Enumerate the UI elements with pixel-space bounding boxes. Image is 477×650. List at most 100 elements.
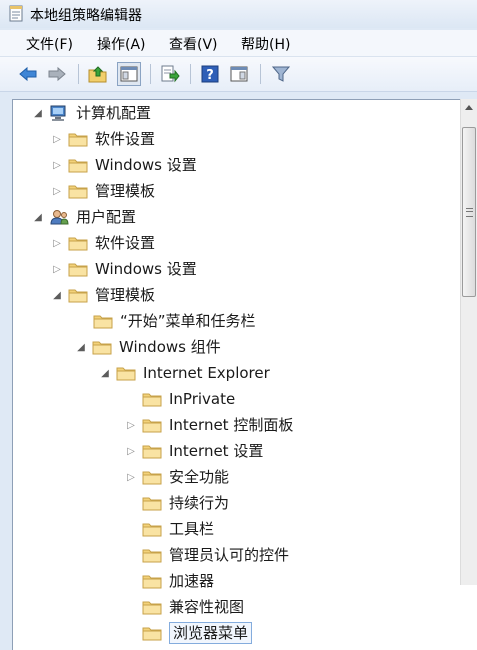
collapsed-arrow-icon[interactable]: ▷ [52,134,62,145]
menu-file[interactable]: 文件(F) [24,34,75,54]
expanded-arrow-icon[interactable]: ◢ [76,342,86,353]
tree-item-label: 管理模板 [95,182,156,200]
expanded-arrow-icon[interactable]: ◢ [100,368,110,379]
filter-icon [272,66,290,82]
tree-item-internet-settings[interactable]: ▷ Internet 设置 [126,438,263,464]
menu-help[interactable]: 帮助(H) [239,34,292,54]
tree-item-label: 计算机配置 [76,104,152,122]
scroll-up-arrow-icon[interactable] [461,99,477,117]
scroll-thumb[interactable] [462,127,476,297]
tree-item-label: Internet 设置 [169,442,264,460]
folder-icon [68,159,88,173]
tree-item-user-windows-settings[interactable]: ▷ Windows 设置 [52,256,197,282]
folder-icon [68,237,88,251]
tree-item-label: 浏览器菜单 [169,622,253,644]
tree-item-windows-components[interactable]: ◢ Windows 组件 [76,334,221,360]
forward-button[interactable] [45,62,69,86]
collapsed-arrow-icon[interactable]: ▷ [52,264,62,275]
tree-item-user-software-settings[interactable]: ▷ 软件设置 [52,230,155,256]
expanded-arrow-icon[interactable]: ◢ [33,212,43,223]
back-icon [19,66,37,82]
window-title: 本地组策略编辑器 [30,8,142,24]
properties-button[interactable] [227,62,251,86]
tree-item-computer-admin-templates[interactable]: ▷ 管理模板 [52,178,155,204]
tree-item-browser-menus[interactable]: 浏览器菜单 [126,620,253,646]
tree-item-computer-software-settings[interactable]: ▷ 软件设置 [52,126,155,152]
tree-item-label: 管理员认可的控件 [169,546,290,564]
collapsed-arrow-icon[interactable]: ▷ [52,238,62,249]
folder-icon [142,393,162,407]
collapsed-arrow-icon[interactable]: ▷ [126,420,136,431]
tree-item-internet-explorer[interactable]: ◢ Internet Explorer [100,360,270,386]
tree-item-security-features[interactable]: ▷ 安全功能 [126,464,229,490]
no-expander [126,628,136,638]
tree-item-internet-control-panel[interactable]: ▷ Internet 控制面板 [126,412,293,438]
tree-item-label: 用户配置 [76,208,137,226]
properties-icon [230,66,248,82]
tree-item-label: InPrivate [169,390,236,408]
menu-bar: 文件(F) 操作(A) 查看(V) 帮助(H) [0,30,477,57]
menu-view[interactable]: 查看(V) [167,34,220,54]
folder-icon [142,471,162,485]
tree-item-label: 兼容性视图 [169,598,245,616]
tree-item-label: Windows 设置 [95,156,197,174]
tree-item-inprivate[interactable]: InPrivate [126,386,235,412]
collapsed-arrow-icon[interactable]: ▷ [52,186,62,197]
no-expander [126,524,136,534]
tree-item-label: 工具栏 [169,520,215,538]
show-hide-tree-icon [120,66,138,82]
tree-item-label: Internet Explorer [143,364,270,382]
collapsed-arrow-icon[interactable]: ▷ [52,160,62,171]
toolbar-separator [78,64,79,84]
help-icon: ? [201,65,219,83]
collapsed-arrow-icon[interactable]: ▷ [126,472,136,483]
folder-icon [142,419,162,433]
tree-item-persistent-behavior[interactable]: 持续行为 [126,490,229,516]
show-hide-tree-button[interactable] [117,62,141,86]
tree-item-label: Windows 组件 [119,338,221,356]
tree-item-user-admin-templates[interactable]: ◢ 管理模板 [52,282,155,308]
tree-item-label: 加速器 [169,572,215,590]
tree-item-computer-config[interactable]: ◢ 计算机配置 [33,100,151,126]
tree-item-label: Windows 设置 [95,260,197,278]
help-button[interactable]: ? [198,62,222,86]
folder-icon [142,549,162,563]
filter-button[interactable] [269,62,293,86]
tree-item-accelerators[interactable]: 加速器 [126,568,214,594]
no-expander [126,602,136,612]
tree-item-label: 持续行为 [169,494,230,512]
folder-open-icon [92,341,112,355]
tree-item-admin-approved-controls[interactable]: 管理员认可的控件 [126,542,289,568]
back-button[interactable] [16,62,40,86]
tree-item-toolbars[interactable]: 工具栏 [126,516,214,542]
tree-item-compatibility-view[interactable]: 兼容性视图 [126,594,244,620]
up-one-level-button[interactable] [86,62,110,86]
tree-item-start-menu-taskbar[interactable]: “开始”菜单和任务栏 [77,308,256,334]
no-expander [126,394,136,404]
tree-item-label: 软件设置 [95,234,156,252]
expanded-arrow-icon[interactable]: ◢ [52,290,62,301]
no-expander [126,550,136,560]
folder-icon [68,185,88,199]
toolbar-separator [150,64,151,84]
tree-item-label: “开始”菜单和任务栏 [120,312,256,330]
collapsed-arrow-icon[interactable]: ▷ [126,446,136,457]
folder-icon [68,133,88,147]
tree-item-label: 管理模板 [95,286,156,304]
tree-item-user-config[interactable]: ◢ 用户配置 [33,204,136,230]
expanded-arrow-icon[interactable]: ◢ [33,108,43,119]
up-folder-icon [88,66,107,83]
computer-icon [50,105,66,121]
title-bar[interactable]: 本地组策略编辑器 [0,0,477,28]
vertical-scrollbar[interactable] [460,99,477,585]
toolbar-separator [190,64,191,84]
policy-tree[interactable]: ◢ 计算机配置 ▷ 软件设置 ▷ Windows 设置 ▷ 管理模板 ◢ 用户配… [12,99,477,650]
export-list-button[interactable] [158,62,182,86]
menu-action[interactable]: 操作(A) [95,34,148,54]
export-list-icon [161,65,180,83]
user-icon [50,210,69,225]
tree-item-label: 安全功能 [169,468,230,486]
no-expander [126,498,136,508]
tree-item-computer-windows-settings[interactable]: ▷ Windows 设置 [52,152,197,178]
folder-icon [142,523,162,537]
